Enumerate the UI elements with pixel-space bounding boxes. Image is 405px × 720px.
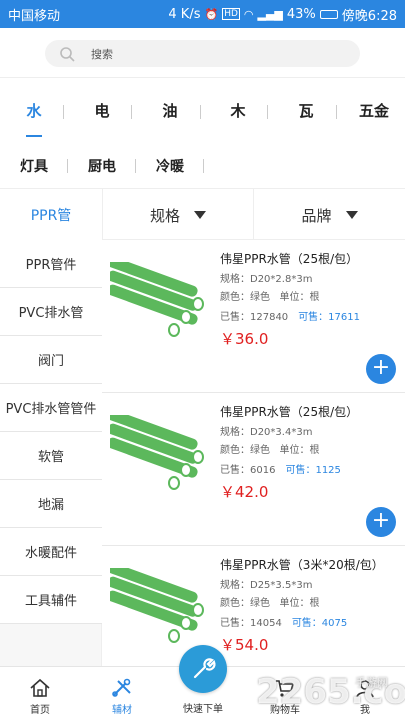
product-spec: 规格：D20*3.4*3m [220,427,313,438]
add-to-cart-button[interactable]: + [366,354,396,384]
caret-down-icon [194,211,206,219]
wrench-icon [193,658,216,679]
product-color-unit: 颜色：绿色 单位：根 [220,288,320,303]
product-spec: 规格：D25*3.5*3m [220,580,313,591]
pipe-product-image [110,568,204,643]
product-available: 可售：17611 [298,312,360,323]
divider [63,105,64,119]
product-sold: 已售：6016 [220,465,276,476]
product-available: 可售：1125 [285,465,341,476]
quick-order-button[interactable] [179,645,227,693]
product-color-unit: 颜色：绿色 单位：根 [220,441,320,456]
product-price: ￥42.0 [220,483,269,501]
category-tab-paint[interactable]: 油 [160,100,180,121]
tab-home[interactable]: 首页 [0,667,80,720]
quick-order-label: 快速下单 [183,704,223,715]
product-price: ￥36.0 [220,330,269,348]
category-tab-kitchen[interactable]: 厨电 [86,156,118,176]
product-title: 伟星PPR水管（25根/包） [220,252,359,266]
category-tab-wood[interactable]: 木 [228,100,248,121]
product-sold: 已售：14054 [220,618,282,629]
search-area: 搜索 [0,28,405,78]
brand-filter[interactable]: 品牌 [254,189,405,241]
tab-home-label: 首页 [30,705,50,716]
status-right: 4 K/s ⏰ HD ◠ ▂▄▆ 43% 傍晚6:28 [168,5,397,24]
network-speed: 4 K/s [168,6,201,22]
battery-percent: 43% [286,6,316,22]
pipe-product-image [110,415,204,490]
sidebar-item[interactable]: 阀门 [0,336,102,384]
product-available: 可售：4075 [291,618,348,629]
subcategory-sidebar: PPR管件 PVC排水管 阀门 PVC排水管管件 软管 地漏 水暖配件 工具辅件 [0,240,102,666]
product-list: 伟星PPR水管（25根/包） 规格：D20*2.8*3m 颜色：绿色 单位：根 … [102,240,405,666]
product-sales: 已售：127840 可售：17611 [220,308,360,323]
divider [131,105,132,119]
product-color-unit: 颜色：绿色 单位：根 [220,594,320,609]
sidebar-item[interactable]: PVC排水管管件 [0,384,102,432]
watermark-sub: 手游网 [355,676,388,689]
subcategory-selected[interactable]: PPR管 [0,189,102,241]
category-tab-water[interactable]: 水 [24,100,44,121]
product-price: ￥54.0 [220,636,269,654]
product-card[interactable]: 伟星PPR水管（25根/包） 规格：D20*2.8*3m 颜色：绿色 单位：根 … [102,240,405,393]
search-placeholder: 搜索 [91,47,113,61]
product-sold: 已售：127840 [220,312,289,323]
product-color: 颜色：绿色 [220,598,270,609]
sidebar-item[interactable]: PVC排水管 [0,288,102,336]
caret-down-icon [345,211,358,219]
pipe-product-image [110,262,204,337]
hd-badge: HD [222,8,240,20]
product-sales: 已售：14054 可售：4075 [220,614,347,629]
filter-bar: PPR管 规格 品牌 [0,188,405,241]
battery-icon [319,9,338,19]
carrier-label: 中国移动 [8,8,61,24]
clock: 傍晚6:28 [341,8,397,24]
product-title: 伟星PPR水管（25根/包） [220,405,359,419]
category-tab-hvac[interactable]: 冷暖 [154,156,186,176]
wifi-icon: ◠ [243,7,254,21]
category-tab-tile[interactable]: 瓦 [296,100,316,121]
divider [67,159,68,173]
divider [200,105,201,119]
product-color: 颜色：绿色 [220,445,270,456]
divider [336,105,337,119]
active-category-indicator [26,135,42,137]
product-color: 颜色：绿色 [220,292,270,303]
category-tab-lighting[interactable]: 灯具 [18,156,50,176]
add-to-cart-button[interactable]: + [366,507,396,537]
divider [203,159,204,173]
product-title: 伟星PPR水管（3米*20根/包） [220,558,384,572]
product-unit: 单位：根 [279,598,320,609]
brand-filter-label: 品牌 [301,206,332,225]
sidebar-item[interactable]: 软管 [0,432,102,480]
category-tab-electric[interactable]: 电 [92,100,112,121]
product-unit: 单位：根 [279,445,320,456]
product-unit: 单位：根 [279,292,320,303]
signal-icon: ▂▄▆ [257,7,283,21]
alarm-icon: ⏰ [204,7,219,21]
home-icon [30,678,50,697]
status-bar: 中国移动 4 K/s ⏰ HD ◠ ▂▄▆ 43% 傍晚6:28 [0,0,405,28]
sidebar-item[interactable]: 工具辅件 [0,576,102,624]
divider [267,105,268,119]
search-input[interactable]: 搜索 [45,40,360,67]
sidebar-item[interactable]: 水暖配件 [0,528,102,576]
tools-icon [112,678,131,697]
category-tabs: 水 电 油 木 瓦 五金 灯具 厨电 冷暖 [0,78,405,188]
spec-filter[interactable]: 规格 [102,189,254,241]
tab-materials-label: 辅材 [112,705,132,716]
product-sales: 已售：6016 可售：1125 [220,461,341,476]
tab-materials[interactable]: 辅材 [82,667,162,720]
product-card[interactable]: 伟星PPR水管（25根/包） 规格：D20*3.4*3m 颜色：绿色 单位：根 … [102,393,405,546]
search-icon [59,46,75,62]
app-screen: { "status": {"carrier":"中国移动","speed":"4… [0,0,405,720]
sidebar-item[interactable]: 地漏 [0,480,102,528]
product-spec: 规格：D20*2.8*3m [220,274,313,285]
divider [135,159,136,173]
sidebar-item[interactable]: PPR管件 [0,240,102,288]
category-tab-hardware[interactable]: 五金 [356,100,392,121]
product-card[interactable]: 伟星PPR水管（3米*20根/包） 规格：D25*3.5*3m 颜色：绿色 单位… [102,546,405,666]
spec-filter-label: 规格 [149,206,180,225]
